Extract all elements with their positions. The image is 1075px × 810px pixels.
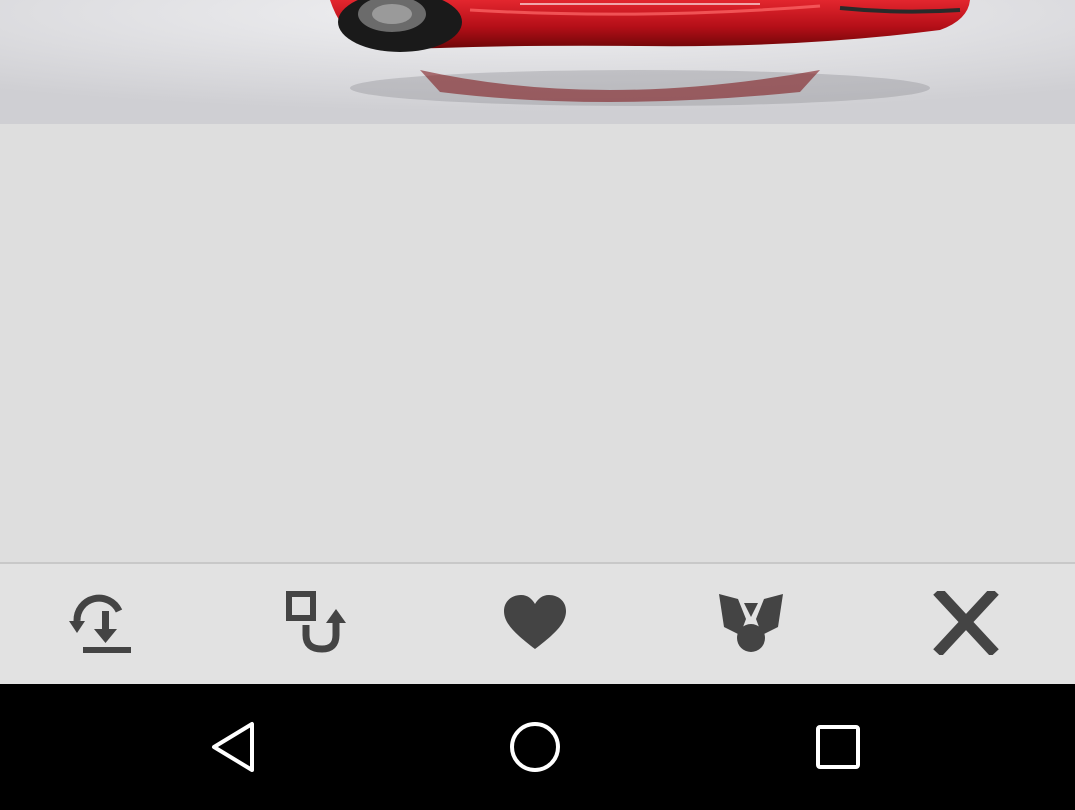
action-toolbar — [0, 562, 1075, 684]
system-navigation-bar — [0, 684, 1075, 810]
content-area — [0, 124, 1075, 562]
car-image — [0, 0, 1075, 124]
back-button[interactable] — [203, 717, 263, 777]
wallpaper-preview-image[interactable] — [0, 0, 1075, 124]
back-icon — [212, 722, 254, 772]
home-icon — [510, 722, 560, 772]
rotate-download-icon — [69, 594, 131, 653]
home-button[interactable] — [505, 717, 565, 777]
download-button[interactable] — [64, 588, 140, 658]
favorite-button[interactable] — [497, 588, 573, 658]
recents-button[interactable] — [808, 717, 868, 777]
share-button[interactable] — [713, 588, 789, 658]
heart-icon — [504, 595, 566, 649]
screen — [0, 0, 1075, 810]
share-icon — [719, 594, 783, 652]
set-wallpaper-icon — [286, 591, 346, 653]
close-button[interactable] — [928, 588, 1004, 658]
close-icon — [933, 591, 999, 655]
recents-icon — [816, 725, 860, 769]
set-wallpaper-button[interactable] — [281, 588, 357, 658]
